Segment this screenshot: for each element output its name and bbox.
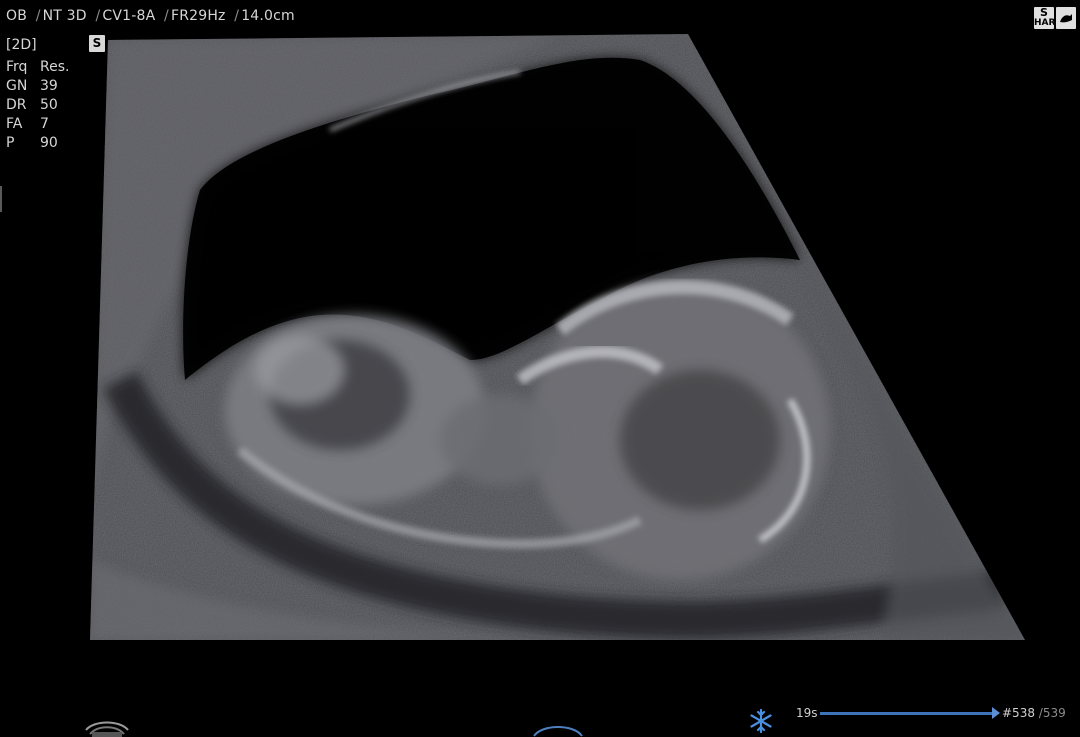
imaging-parameters: Frq Res. GN 39 DR 50 FA 7 P 90 <box>6 58 69 153</box>
header-application: / NT 3D <box>35 8 87 24</box>
cine-progress-bar[interactable] <box>820 712 996 715</box>
param-row-gain: GN 39 <box>6 78 58 94</box>
trackball-indicator-icon <box>533 726 583 737</box>
header-depth: /14.0cm <box>234 8 295 24</box>
param-row-frame-average: FA 7 <box>6 116 49 132</box>
header-frame-rate: / FR29Hz <box>164 8 226 24</box>
param-row-dynamic-range: DR 50 <box>6 97 58 113</box>
ultrasound-image <box>90 34 1025 640</box>
scan-header: /OB /NT 3D /CV1-8A /FR29Hz /14.0cm <box>6 8 295 28</box>
left-scale-tick <box>0 186 2 212</box>
cine-time-label: 19s <box>796 706 818 720</box>
imaging-mode-label: [2D] <box>6 37 37 53</box>
cine-playhead-handle[interactable] <box>991 707 1000 719</box>
top-status-icons: S HAR <box>1034 7 1076 29</box>
header-probe: / CV1-8A <box>95 8 156 24</box>
cine-frame-counter: #538 /539 <box>1002 706 1066 720</box>
s-mode-badge: S <box>89 35 105 52</box>
snowflake-icon[interactable] <box>748 708 774 734</box>
probe-orientation-icon <box>85 721 129 737</box>
probe-hand-icon <box>1056 7 1076 29</box>
header-preset: /OB <box>6 8 28 24</box>
param-row-power: P 90 <box>6 135 58 151</box>
param-row-frequency: Frq Res. <box>6 59 70 75</box>
ultrasound-screen: /OB /NT 3D /CV1-8A /FR29Hz /14.0cm S HAR… <box>0 0 1080 737</box>
s-har-badge-icon: S HAR <box>1034 6 1056 29</box>
